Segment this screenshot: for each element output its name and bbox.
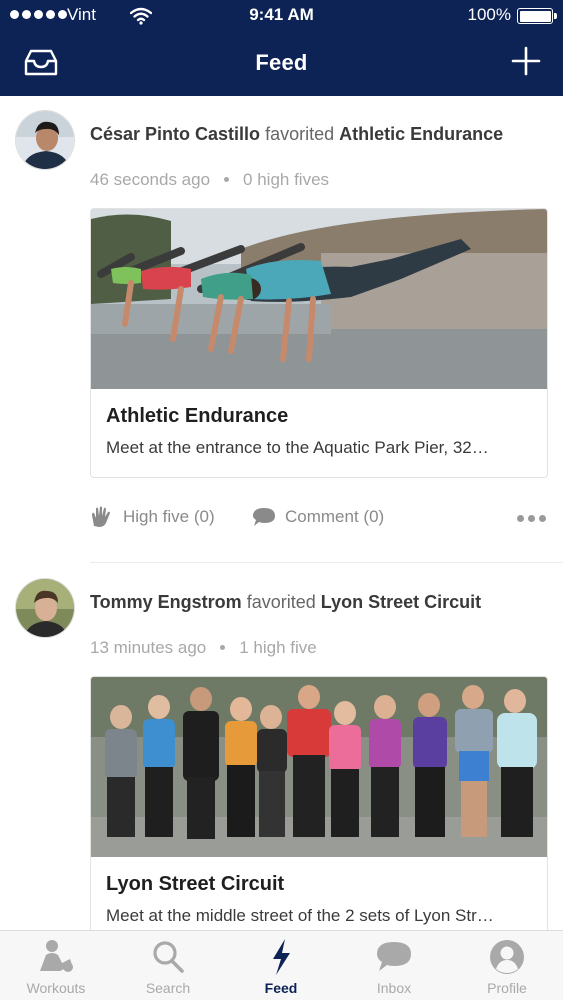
plus-icon[interactable] [511,46,541,76]
timestamp: 46 seconds ago [90,170,211,189]
post-actions: High five (0) Comment (0) [90,506,548,536]
separator-dot [224,176,230,182]
page-title: Feed [255,50,308,75]
activity-headline: César Pinto Castillo favorited Athletic … [90,124,503,145]
tab-bar: Workouts Search Feed Inbox Profile [0,930,563,1000]
activity-headline: Tommy Engstrom favorited Lyon Street Cir… [90,592,481,613]
user-name[interactable]: Tommy Engstrom [90,592,242,612]
comment-label: Comment (0) [285,507,385,526]
workout-title: Lyon Street Circuit [106,873,285,895]
profile-icon [490,940,524,974]
tab-label: Workouts [26,980,86,996]
bolt-icon [273,939,290,975]
workout-card[interactable]: Athletic Endurance Meet at the entrance … [90,208,548,478]
battery-icon [517,8,557,24]
hand-icon [92,506,110,527]
tab-inbox[interactable]: Inbox [338,931,450,1000]
workout-photo [91,209,547,389]
tab-label: Feed [264,980,298,996]
tab-label: Search [145,980,191,996]
workout-photo [91,677,547,857]
feed-list: César Pinto Castillo favorited Athletic … [0,96,563,930]
comment-button[interactable]: Comment (0) [252,506,384,528]
workout-title: Athletic Endurance [106,405,289,427]
workout-description: Meet at the entrance to the Aquatic Park… [106,438,489,457]
activity-verb: favorited [246,592,316,612]
status-bar: Vint 9:41 AM 100% [0,0,563,32]
more-options-icon[interactable] [517,515,546,522]
tab-label: Profile [487,980,527,996]
activity-meta: 46 seconds ago 0 high fives [90,170,329,190]
high-five-count: 1 high five [239,638,317,657]
high-five-button[interactable]: High five (0) [90,506,215,528]
high-five-count: 0 high fives [243,170,330,189]
search-icon [153,941,184,973]
tab-label: Inbox [376,980,412,996]
chat-bubble-icon [377,942,411,971]
high-five-label: High five (0) [123,507,215,526]
workout-link[interactable]: Athletic Endurance [339,124,503,144]
activity-verb: favorited [265,124,335,144]
avatar[interactable] [15,578,75,638]
workouts-icon [40,940,73,972]
tab-workouts[interactable]: Workouts [0,931,112,1000]
nav-bar: Feed [0,32,563,96]
workout-card[interactable]: Lyon Street Circuit Meet at the middle s… [90,676,548,930]
activity-meta: 13 minutes ago 1 high five [90,638,317,658]
user-name[interactable]: César Pinto Castillo [90,124,260,144]
workout-link[interactable]: Lyon Street Circuit [321,592,481,612]
workout-description: Meet at the middle street of the 2 sets … [106,906,494,925]
timestamp: 13 minutes ago [90,638,207,657]
separator-dot [220,644,226,650]
comment-bubble-icon [253,508,275,526]
divider [90,562,563,563]
avatar[interactable] [15,110,75,170]
top-bar: Vint 9:41 AM 100% Feed [0,0,563,96]
tab-search[interactable]: Search [112,931,224,1000]
tab-feed[interactable]: Feed [225,931,337,1000]
tab-profile[interactable]: Profile [451,931,563,1000]
battery-percent: 100% [467,5,511,24]
